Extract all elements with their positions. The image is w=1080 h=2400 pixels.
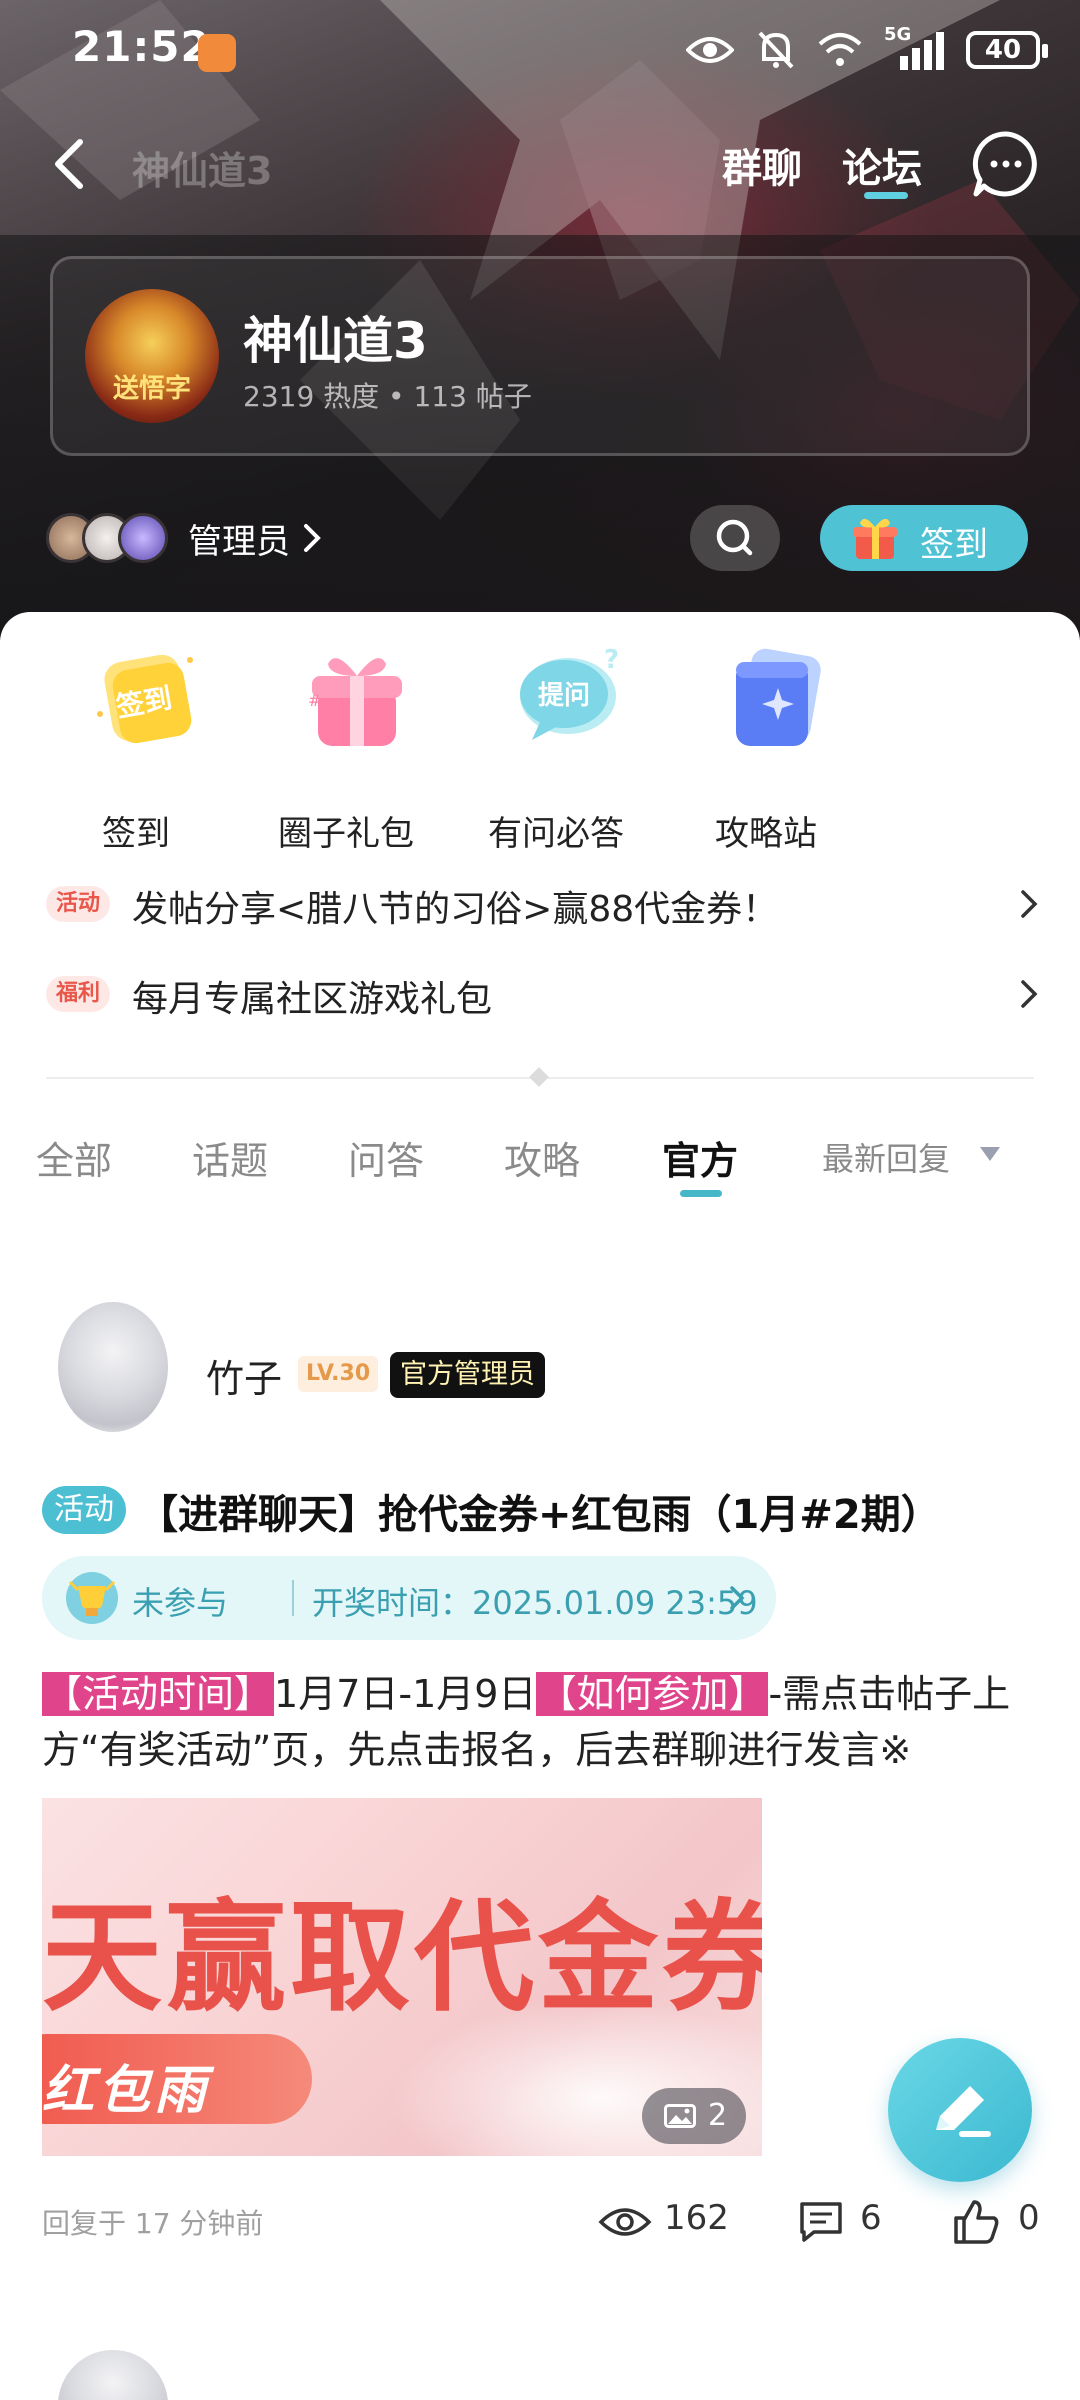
comment-icon[interactable] — [798, 2200, 844, 2244]
quick-action-guide[interactable]: 攻略站 — [676, 640, 856, 854]
highlight-activity-time: 【活动时间】 — [42, 1672, 275, 1716]
admin-label: 管理员 — [188, 521, 290, 562]
back-arrow-icon[interactable] — [36, 128, 108, 200]
author-avatar[interactable] — [58, 1302, 168, 1432]
admin-avatar — [118, 513, 168, 563]
next-post-avatar[interactable] — [58, 2350, 168, 2400]
status-icons: 5G 40 — [686, 24, 1048, 72]
caret-down-icon[interactable] — [980, 1147, 1000, 1161]
forum-name: 神仙道3 — [243, 312, 428, 370]
image-count-badge: 2 — [642, 2088, 746, 2144]
chevron-right-icon — [304, 524, 321, 552]
like-count: 0 — [1018, 2198, 1040, 2238]
image-pill: 红包雨 — [42, 2034, 312, 2124]
notice-activity[interactable]: 活动 发帖分享<腊八节的习俗>赢88代金券！ — [46, 874, 1046, 934]
notice-tag: 活动 — [46, 886, 111, 922]
participation-status: 未参与 — [132, 1584, 229, 1622]
activity-status-pill[interactable]: 未参与 开奖时间：2025.01.09 23:59 — [42, 1556, 776, 1640]
notice-text: 发帖分享<腊八节的习俗>赢88代金券！ — [132, 889, 779, 930]
thumbs-up-icon[interactable] — [952, 2198, 1000, 2246]
forum-avatar-text: 送悟字 — [112, 374, 191, 404]
quick-action-gift-pack[interactable]: # 圈子礼包 — [256, 640, 436, 854]
draw-time: 开奖时间：2025.01.09 23:59 — [312, 1584, 758, 1622]
chevron-right-icon — [1021, 890, 1038, 918]
post-excerpt[interactable]: 【活动时间】1月7日-1月9日【如何参加】-需点击帖子上方“有奖活动”页，先点击… — [42, 1666, 1052, 1778]
search-button[interactable] — [690, 505, 780, 571]
divider-diamond — [529, 1067, 549, 1087]
status-time: 21:52 — [72, 22, 211, 71]
quick-action-signin[interactable]: 签到 签到 — [46, 640, 226, 854]
cellular-signal-icon: 5G — [884, 24, 944, 70]
tab-group-chat[interactable]: 群聊 — [722, 136, 802, 194]
quick-action-label: 签到 — [102, 814, 170, 854]
mute-bell-icon — [758, 31, 794, 69]
post-title-row[interactable]: 活动 【进群聊天】抢代金券+红包雨（1月#2期） — [42, 1478, 1042, 1538]
search-icon — [716, 519, 753, 556]
top-nav: 神仙道3 群聊 论坛 — [0, 120, 1080, 210]
quick-action-label: 有问必答 — [488, 814, 624, 854]
sign-in-card-icon: 签到 — [97, 654, 193, 744]
comment-count: 6 — [860, 2198, 882, 2238]
filter-tab-qa[interactable]: 问答 — [348, 1130, 424, 1185]
notice-welfare[interactable]: 福利 每月专属社区游戏礼包 — [46, 964, 1046, 1024]
quick-action-label: 攻略站 — [715, 814, 817, 854]
highlight-how-to-join: 【如何参加】 — [536, 1672, 769, 1716]
tab-forum-indicator — [864, 192, 908, 199]
admin-list[interactable]: 管理员 — [46, 508, 326, 568]
forum-avatar: 送悟字 — [85, 289, 219, 423]
notice-tag: 福利 — [46, 976, 111, 1012]
sort-dropdown[interactable]: 最新回复 — [822, 1134, 950, 1180]
tab-forum[interactable]: 论坛 — [842, 136, 922, 194]
compose-post-button[interactable] — [888, 2038, 1032, 2182]
status-bar: 21:52 5G 40 — [0, 0, 1080, 100]
view-count: 162 — [664, 2198, 729, 2238]
battery-icon: 40 — [966, 31, 1048, 69]
nav-title: 神仙道3 — [132, 149, 273, 193]
filter-tab-all[interactable]: 全部 — [36, 1130, 112, 1185]
pencil-icon — [936, 2086, 991, 2137]
gift-box-icon: # — [308, 658, 402, 746]
filter-tab-guide[interactable]: 攻略 — [504, 1130, 580, 1185]
quick-action-qa[interactable]: 提问 ? 有问必答 — [466, 640, 646, 854]
trophy-icon — [66, 1572, 118, 1624]
activity-tag: 活动 — [42, 1486, 126, 1534]
body-text: 1月7日-1月9日 — [274, 1672, 537, 1716]
guide-card-icon — [736, 648, 821, 746]
gift-icon — [853, 518, 897, 559]
reply-time: 回复于 17 分钟前 — [42, 2207, 264, 2240]
quick-action-label: 圈子礼包 — [278, 814, 414, 854]
chevron-right-icon — [1021, 980, 1038, 1008]
post-meta: 回复于 17 分钟前 162 6 0 — [42, 2192, 1042, 2252]
eye-icon — [686, 37, 734, 63]
eye-icon — [598, 2208, 652, 2236]
svg-text:#: # — [308, 691, 321, 710]
filter-tab-official[interactable]: 官方 — [662, 1130, 738, 1185]
image-pill-text: 红包雨 — [42, 2061, 211, 2121]
signin-label: 签到 — [920, 525, 988, 565]
forum-info-card[interactable]: 送悟字 神仙道3 2319 热度 • 113 帖子 — [50, 256, 1030, 456]
svg-text:提问: 提问 — [538, 681, 590, 711]
forum-stats: 2319 热度 • 113 帖子 — [243, 380, 532, 413]
image-count: 2 — [708, 2098, 728, 2133]
notice-text: 每月专属社区游戏礼包 — [132, 979, 493, 1020]
app-notification-icon — [198, 34, 236, 72]
level-badge: LV.30 — [298, 1356, 379, 1392]
image-icon — [664, 2104, 696, 2128]
network-type: 5G — [884, 24, 912, 45]
image-headline: 天赢取代金券 — [42, 1887, 762, 2028]
question-bubble-icon: 提问 ? — [520, 645, 619, 740]
filter-tab-indicator — [680, 1190, 722, 1197]
chevron-right-icon — [730, 1586, 745, 1610]
author-name[interactable]: 竹子 — [206, 1348, 282, 1403]
wifi-icon — [818, 33, 862, 66]
signin-button[interactable]: 签到 — [820, 505, 1028, 571]
message-bubble-icon[interactable] — [972, 130, 1040, 198]
svg-text:?: ? — [604, 645, 619, 675]
filter-tab-topic[interactable]: 话题 — [192, 1130, 268, 1185]
official-admin-badge: 官方管理员 — [390, 1352, 545, 1398]
post-image[interactable]: 天赢取代金券 红包雨 2 — [42, 1798, 762, 2156]
status-separator — [292, 1580, 294, 1616]
post-title[interactable]: 【进群聊天】抢代金券+红包雨（1月#2期） — [138, 1482, 941, 1540]
